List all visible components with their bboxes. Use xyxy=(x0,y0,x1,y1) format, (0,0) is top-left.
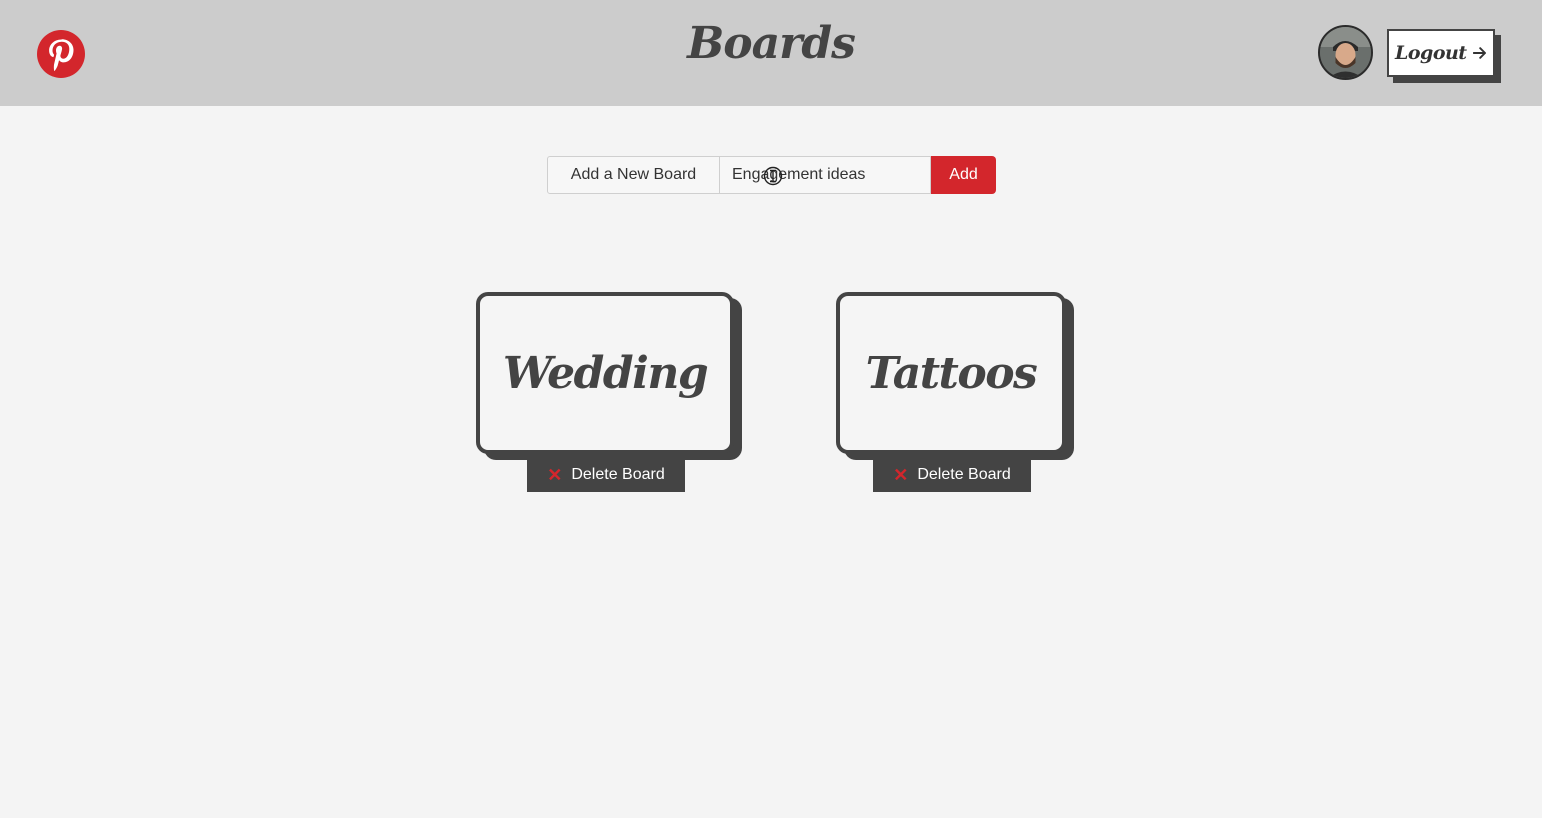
close-icon: ✕ xyxy=(893,465,909,485)
close-icon: ✕ xyxy=(547,465,563,485)
logout-button-wrap: Logout xyxy=(1387,29,1501,83)
board-card-wedding: Wedding ✕ Delete Board xyxy=(476,292,742,492)
add-board-form: Add a New Board Add xyxy=(547,156,996,194)
board-tile[interactable]: Tattoos xyxy=(836,292,1066,454)
board-name-input[interactable] xyxy=(719,156,931,194)
add-board-label: Add a New Board xyxy=(547,156,720,194)
add-board-button[interactable]: Add xyxy=(931,156,996,194)
board-tile[interactable]: Wedding xyxy=(476,292,734,454)
delete-board-button[interactable]: ✕ Delete Board xyxy=(527,458,685,492)
board-name: Wedding xyxy=(502,347,709,399)
board-name: Tattoos xyxy=(865,347,1038,399)
delete-board-label: Delete Board xyxy=(917,466,1011,483)
user-avatar[interactable] xyxy=(1318,25,1373,80)
board-card-tattoos: Tattoos ✕ Delete Board xyxy=(836,292,1074,492)
page-title: Boards xyxy=(687,18,856,69)
arrow-right-icon xyxy=(1472,47,1486,59)
logout-label: Logout xyxy=(1395,42,1467,64)
avatar-photo-icon xyxy=(1320,27,1371,78)
top-header: Boards Logout xyxy=(0,0,1542,106)
delete-board-label: Delete Board xyxy=(571,466,665,483)
delete-board-button[interactable]: ✕ Delete Board xyxy=(873,458,1031,492)
logout-button[interactable]: Logout xyxy=(1387,29,1495,77)
